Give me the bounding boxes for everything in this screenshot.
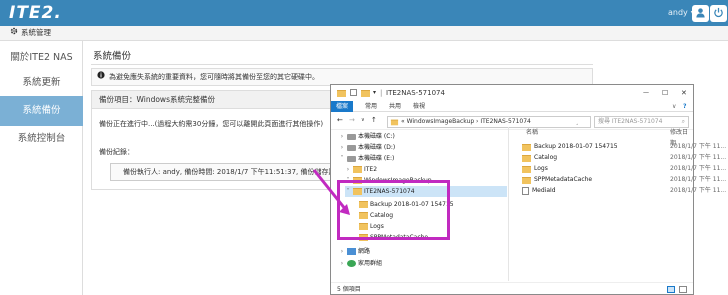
tab-share[interactable]: 共用	[389, 101, 401, 112]
qat-dropdown-icon[interactable]: ▾	[373, 85, 376, 101]
close-button[interactable]: ✕	[681, 85, 687, 101]
file-row[interactable]: MediaId	[522, 186, 556, 196]
info-icon	[97, 69, 105, 85]
breadcrumb-label: 系統管理	[21, 28, 51, 37]
ribbon-collapse-icon[interactable]: ∨	[672, 101, 676, 112]
back-arrow-icon[interactable]: ←	[337, 116, 343, 124]
help-icon[interactable]: ?	[683, 101, 686, 112]
drive-icon	[347, 144, 356, 151]
network-icon	[347, 248, 356, 255]
tree-item-homegroup[interactable]: › 家用群組	[339, 258, 382, 269]
tree-item-label: ITE2	[364, 166, 378, 173]
tree-item-ite2[interactable]: › ITE2	[345, 164, 377, 175]
sort-up-icon: ˄	[576, 124, 579, 130]
file-date: 2018/1/7 下午 11...	[670, 143, 727, 150]
large-icons-view-icon[interactable]	[679, 286, 687, 293]
chevron-right-icon: ›	[340, 144, 344, 151]
tree-item-drive-c[interactable]: › 本機磁碟 (C:)	[339, 131, 395, 142]
notice-text: 為避免應失系統的重要資料，您可隨時將其備份至您的其它硬碟中。	[109, 73, 319, 81]
folder-icon	[522, 143, 531, 151]
quick-folder-icon[interactable]	[361, 90, 370, 97]
pane-divider[interactable]	[508, 127, 509, 281]
details-view-icon[interactable]	[667, 286, 675, 293]
folder-icon	[522, 176, 531, 184]
file-date: 2018/1/7 下午 11...	[670, 165, 727, 172]
file-name: MediaId	[532, 187, 556, 194]
search-icon: ⌕	[681, 118, 685, 125]
tree-item-label: 本機磁碟 (C:)	[358, 133, 395, 140]
file-name: Backup 2018-01-07 154715	[534, 143, 618, 150]
chevron-right-icon: ›	[340, 248, 344, 255]
file-list: ˄ 名稱 修改日期 Backup 2018-01-07 154715 2018/…	[518, 124, 726, 281]
up-arrow-icon[interactable]: ↑	[371, 116, 377, 124]
folder-icon	[337, 90, 346, 97]
file-row[interactable]: Backup 2018-01-07 154715	[522, 142, 618, 152]
progress-text: 備份正在進行中...(過程大約需30分鐘，您可以離開此頁面進行其他操作)	[99, 120, 324, 128]
file-icon	[522, 187, 529, 195]
highlight-box	[337, 180, 450, 240]
quick-access-icon[interactable]	[350, 89, 357, 96]
power-button[interactable]	[710, 5, 727, 22]
sidebar: 關於ITE2 NAS 系統更新 系統備份 系統控制台	[0, 41, 83, 295]
tree-item-label: 本機磁碟 (D:)	[358, 144, 396, 151]
username: andy	[668, 8, 688, 17]
folder-icon	[522, 154, 531, 162]
homegroup-icon	[347, 260, 356, 267]
user-icon	[695, 7, 706, 20]
user-menu[interactable]: andy ▾	[668, 8, 694, 17]
column-header-date[interactable]: 修改日期	[670, 127, 693, 147]
sidebar-item-console[interactable]: 系統控制台	[0, 124, 83, 154]
user-button[interactable]	[692, 5, 709, 22]
chevron-right-icon: ›	[340, 133, 344, 140]
tree-item-drive-e[interactable]: ˅ 本機磁碟 (E:)	[339, 153, 395, 164]
folder-path-icon	[390, 119, 399, 126]
tree-item-network[interactable]: › 網路	[339, 246, 370, 257]
folder-icon	[522, 165, 531, 173]
status-bar: 5 個項目	[331, 282, 693, 295]
item-count: 5 個項目	[337, 286, 361, 293]
logo: ITE2.	[9, 3, 62, 23]
tab-file[interactable]: 檔案	[331, 101, 353, 112]
file-date: 2018/1/7 下午 11...	[670, 187, 727, 194]
tree-item-label: 網路	[358, 248, 371, 255]
minimize-button[interactable]: —	[643, 85, 649, 101]
top-bar: ITE2. andy ▾	[0, 0, 728, 26]
tree-item-label: 本機磁碟 (E:)	[358, 155, 395, 162]
chevron-right-icon: ›	[340, 260, 344, 267]
window-title: ITE2NAS-571074	[386, 89, 445, 97]
record-label: 備份紀錄：	[99, 148, 134, 156]
drive-icon	[347, 155, 356, 162]
file-name: SPPMetadataCache	[534, 176, 593, 183]
breadcrumb: 系統管理	[0, 26, 728, 41]
window-titlebar: ▾ | ITE2NAS-571074 — ☐ ✕	[331, 85, 693, 101]
recent-dropdown-icon[interactable]: ∨	[361, 117, 365, 123]
sidebar-item-backup[interactable]: 系統備份	[0, 96, 83, 126]
file-date: 2018/1/7 下午 11...	[670, 154, 727, 161]
tree-item-drive-d[interactable]: › 本機磁碟 (D:)	[339, 142, 395, 153]
file-date: 2018/1/7 下午 11...	[670, 176, 727, 183]
search-placeholder: 搜尋 ITE2NAS-571074	[598, 118, 663, 125]
gear-icon	[10, 26, 18, 40]
address-path: « WindowsImageBackup › ITE2NAS-571074	[401, 118, 531, 125]
file-name: Catalog	[534, 154, 558, 161]
power-icon	[713, 7, 724, 20]
maximize-button[interactable]: ☐	[662, 85, 668, 101]
chevron-down-icon: ˅	[340, 155, 344, 162]
sidebar-item-update[interactable]: 系統更新	[0, 68, 83, 98]
file-row[interactable]: Catalog	[522, 153, 557, 163]
tab-home[interactable]: 常用	[365, 101, 377, 112]
ribbon: 檔案 常用 共用 檢視 ∨ ?	[331, 101, 693, 112]
forward-arrow-icon[interactable]: →	[349, 116, 355, 124]
file-row[interactable]: SPPMetadataCache	[522, 175, 592, 185]
tab-view[interactable]: 檢視	[413, 101, 425, 112]
title-divider	[91, 64, 593, 65]
folder-icon	[353, 166, 362, 173]
file-name: Logs	[534, 165, 548, 172]
drive-icon	[347, 133, 356, 140]
page-title: 系統備份	[93, 51, 132, 62]
tree-item-label: 家用群組	[358, 260, 383, 267]
chevron-right-icon: ›	[346, 166, 350, 173]
file-row[interactable]: Logs	[522, 164, 548, 174]
column-header-name[interactable]: 名稱	[526, 127, 538, 138]
